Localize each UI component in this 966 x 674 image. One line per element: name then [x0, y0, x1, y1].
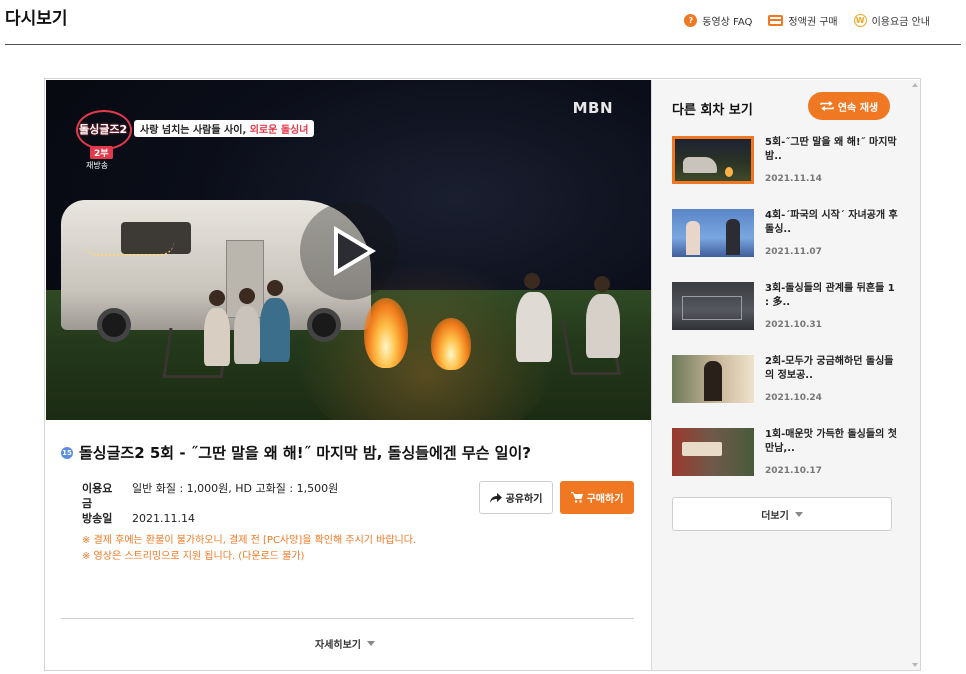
- person-figure: [586, 294, 620, 358]
- continuous-play-button[interactable]: 연속 재생: [808, 92, 890, 120]
- more-detail-button[interactable]: 자세히보기: [315, 636, 375, 651]
- tagline-text: 사랑 넘치는 사람들 사이,: [140, 125, 250, 136]
- card-icon: [768, 15, 784, 26]
- detail-divider: [61, 618, 634, 619]
- episode-list-item[interactable]: 2회-모두가 궁금해하던 돌싱들의 정보공.. 2021.10.24: [672, 353, 902, 426]
- episode-list-title: 5회-˝그딴 말을 왜 해!˝ 마지막 밤..: [765, 137, 897, 162]
- campfire: [364, 298, 408, 368]
- episode-thumbnail: [672, 209, 754, 257]
- person-head: [524, 273, 540, 289]
- airdate-label: 방송일: [82, 512, 113, 525]
- camper-wheel: [97, 308, 131, 342]
- price-label: 이용요금: [82, 482, 113, 510]
- person-figure: [516, 292, 552, 362]
- episode-list-date: 2021.11.07: [765, 247, 822, 257]
- person-figure: [260, 298, 290, 362]
- buy-button-label: 구매하기: [586, 494, 624, 505]
- pricing-info-link-label: 이용요금 안내: [871, 17, 930, 28]
- person-head: [209, 290, 225, 306]
- sidebar-scrollbar[interactable]: [910, 80, 920, 670]
- pricing-info-link[interactable]: W 이용요금 안내: [853, 13, 930, 28]
- replay-panel: 돌싱글즈2 사랑 넘치는 사람들 사이, 외로운 돌싱녀 2부 재방송 MBN …: [44, 78, 921, 671]
- episode-list: 5회-˝그딴 말을 왜 해!˝ 마지막 밤.. 2021.11.14 4회-´파…: [672, 134, 902, 499]
- episode-list-item[interactable]: 3회-돌싱들의 관계를 뒤흔들 1 : 多.. 2021.10.31: [672, 280, 902, 353]
- age-rating-icon: 15: [61, 446, 73, 459]
- episode-list-date: 2021.11.14: [765, 174, 822, 184]
- continuous-play-label: 연속 재생: [837, 102, 879, 114]
- episode-list-title: 1회-매운맛 가득한 돌싱들의 첫 만남,..: [765, 429, 897, 454]
- header-divider: [5, 44, 961, 45]
- pass-purchase-link[interactable]: 정액권 구매: [768, 13, 838, 28]
- chevron-down-icon: [794, 511, 803, 517]
- episode-thumbnail: [672, 355, 754, 403]
- episode-title: 15 돌싱글즈2 5회 - ˝그딴 말을 왜 해!˝ 마지막 밤, 돌싱들에겐 …: [61, 442, 531, 463]
- notice-line: ※ 영상은 스트리밍으로 지원 됩니다. (다운로드 불가): [82, 551, 305, 562]
- camper-wheel: [307, 308, 341, 342]
- faq-link-label: 동영상 FAQ: [702, 17, 753, 28]
- episode-thumbnail: [672, 428, 754, 476]
- other-episodes-sidebar: 다른 회차 보기 연속 재생 5회-˝그딴 말을 왜 해!˝ 마지막 밤.. 2…: [651, 80, 920, 670]
- purchase-notice: ※ 결제 후에는 환불이 불가하오니, 결제 전 [PC사양]을 확인해 주시기…: [82, 533, 416, 565]
- scroll-up-icon[interactable]: [912, 83, 918, 87]
- sidebar-title: 다른 회차 보기: [672, 103, 753, 118]
- person-figure: [234, 306, 260, 364]
- more-episodes-button[interactable]: 더보기: [672, 497, 892, 531]
- show-logo: 돌싱글즈2: [79, 123, 128, 136]
- episode-list-item[interactable]: 4회-´파국의 시작´ 자녀공개 후 돌싱.. 2021.11.07: [672, 207, 902, 280]
- more-detail-label: 자세히보기: [315, 640, 361, 651]
- episode-list-title: 3회-돌싱들의 관계를 뒤흔들 1 : 多..: [765, 283, 895, 308]
- question-icon: ?: [684, 14, 698, 27]
- page-title: 다시보기: [5, 9, 68, 29]
- episode-list-item[interactable]: 5회-˝그딴 말을 왜 해!˝ 마지막 밤.. 2021.11.14: [672, 134, 902, 207]
- more-episodes-label: 더보기: [761, 510, 789, 522]
- episode-title-text: 돌싱글즈2 5회 - ˝그딴 말을 왜 해!˝ 마지막 밤, 돌싱들에겐 무슨 …: [79, 444, 531, 462]
- episode-thumbnail: [672, 282, 754, 330]
- won-icon: W: [853, 14, 867, 27]
- share-button-label: 공유하기: [505, 494, 543, 505]
- share-button[interactable]: 공유하기: [479, 481, 553, 514]
- person-figure: [204, 308, 230, 366]
- person-head: [267, 280, 283, 296]
- play-icon-inner: [338, 233, 368, 269]
- episode-tagline: 사랑 넘치는 사람들 사이, 외로운 돌싱녀: [134, 120, 315, 137]
- chevron-down-icon: [367, 641, 375, 646]
- channel-logo: MBN: [572, 99, 613, 117]
- person-head: [239, 288, 255, 304]
- play-button[interactable]: [300, 202, 398, 300]
- scroll-down-icon[interactable]: [912, 663, 918, 667]
- share-icon: [489, 492, 502, 503]
- tagline-highlight: 외로운 돌싱녀: [249, 125, 309, 136]
- video-player[interactable]: 돌싱글즈2 사랑 넘치는 사람들 사이, 외로운 돌싱녀 2부 재방송 MBN: [46, 80, 651, 420]
- header-links: ? 동영상 FAQ 정액권 구매 W 이용요금 안내: [684, 13, 930, 28]
- notice-line: ※ 결제 후에는 환불이 불가하오니, 결제 전 [PC사양]을 확인해 주시기…: [82, 535, 417, 546]
- episode-list-date: 2021.10.24: [765, 393, 822, 403]
- rerun-label: 재방송: [86, 161, 109, 170]
- part-badge: 2부: [90, 146, 113, 159]
- episode-list-title: 4회-´파국의 시작´ 자녀공개 후 돌싱..: [765, 210, 898, 235]
- campfire: [431, 318, 471, 370]
- string-lights: [84, 242, 174, 256]
- episode-thumbnail: [672, 136, 754, 184]
- episode-list-title: 2회-모두가 궁금해하던 돌싱들의 정보공..: [765, 356, 894, 381]
- episode-list-date: 2021.10.31: [765, 320, 822, 330]
- episode-list-date: 2021.10.17: [765, 466, 822, 476]
- episode-list-item[interactable]: 1회-매운맛 가득한 돌싱들의 첫 만남,.. 2021.10.17: [672, 426, 902, 499]
- price-value: 일반 화질 : 1,000원, HD 고화질 : 1,500원: [132, 482, 339, 495]
- pass-purchase-link-label: 정액권 구매: [788, 17, 838, 28]
- episode-meta: 이용요금 일반 화질 : 1,000원, HD 고화질 : 1,500원 방송일…: [82, 481, 338, 526]
- cart-icon: [570, 492, 583, 503]
- repeat-icon: [820, 101, 834, 111]
- buy-button[interactable]: 구매하기: [560, 481, 634, 514]
- faq-link[interactable]: ? 동영상 FAQ: [684, 13, 752, 28]
- airdate-value: 2021.11.14: [132, 512, 195, 525]
- person-head: [594, 276, 610, 292]
